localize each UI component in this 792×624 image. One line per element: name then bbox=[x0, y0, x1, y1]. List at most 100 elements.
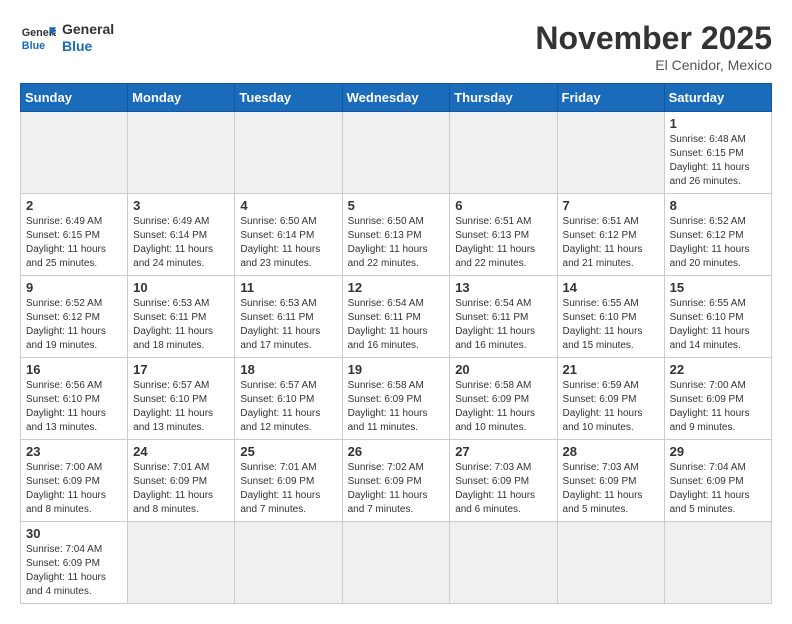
calendar-cell: 29 Sunrise: 7:04 AM Sunset: 6:09 PM Dayli… bbox=[664, 440, 771, 522]
weekday-header-saturday: Saturday bbox=[664, 84, 771, 112]
day-info: Sunrise: 6:49 AM Sunset: 6:14 PM Dayligh… bbox=[133, 215, 229, 271]
day-number: 12 bbox=[348, 280, 445, 295]
day-number: 5 bbox=[348, 198, 445, 213]
day-info: Sunrise: 7:02 AM Sunset: 6:09 PM Dayligh… bbox=[348, 461, 445, 517]
weekday-header-monday: Monday bbox=[128, 84, 235, 112]
calendar-week-row: 2 Sunrise: 6:49 AM Sunset: 6:15 PM Daylig… bbox=[21, 194, 772, 276]
calendar-cell: 19 Sunrise: 6:58 AM Sunset: 6:09 PM Dayli… bbox=[342, 358, 450, 440]
day-info: Sunrise: 6:55 AM Sunset: 6:10 PM Dayligh… bbox=[670, 297, 766, 353]
day-number: 4 bbox=[240, 198, 336, 213]
day-info: Sunrise: 7:00 AM Sunset: 6:09 PM Dayligh… bbox=[670, 379, 766, 435]
day-number: 25 bbox=[240, 444, 336, 459]
day-number: 9 bbox=[26, 280, 122, 295]
day-info: Sunrise: 6:56 AM Sunset: 6:10 PM Dayligh… bbox=[26, 379, 122, 435]
day-number: 1 bbox=[670, 116, 766, 131]
day-number: 19 bbox=[348, 362, 445, 377]
day-info: Sunrise: 6:53 AM Sunset: 6:11 PM Dayligh… bbox=[240, 297, 336, 353]
day-info: Sunrise: 6:52 AM Sunset: 6:12 PM Dayligh… bbox=[26, 297, 122, 353]
svg-text:Blue: Blue bbox=[22, 40, 45, 52]
day-number: 14 bbox=[563, 280, 659, 295]
calendar-cell: 1 Sunrise: 6:48 AM Sunset: 6:15 PM Daylig… bbox=[664, 112, 771, 194]
calendar-cell bbox=[21, 112, 128, 194]
calendar-cell bbox=[128, 522, 235, 604]
day-info: Sunrise: 6:50 AM Sunset: 6:13 PM Dayligh… bbox=[348, 215, 445, 271]
day-info: Sunrise: 7:01 AM Sunset: 6:09 PM Dayligh… bbox=[133, 461, 229, 517]
logo: General Blue General Blue bbox=[20, 20, 114, 56]
calendar-cell: 20 Sunrise: 6:58 AM Sunset: 6:09 PM Dayli… bbox=[450, 358, 557, 440]
title-block: November 2025 El Cenidor, Mexico bbox=[535, 20, 772, 73]
calendar-cell: 14 Sunrise: 6:55 AM Sunset: 6:10 PM Dayli… bbox=[557, 276, 664, 358]
day-number: 26 bbox=[348, 444, 445, 459]
day-info: Sunrise: 6:55 AM Sunset: 6:10 PM Dayligh… bbox=[563, 297, 659, 353]
day-info: Sunrise: 6:58 AM Sunset: 6:09 PM Dayligh… bbox=[348, 379, 445, 435]
day-number: 8 bbox=[670, 198, 766, 213]
calendar-table: SundayMondayTuesdayWednesdayThursdayFrid… bbox=[20, 83, 772, 604]
day-info: Sunrise: 6:49 AM Sunset: 6:15 PM Dayligh… bbox=[26, 215, 122, 271]
day-info: Sunrise: 7:04 AM Sunset: 6:09 PM Dayligh… bbox=[26, 543, 122, 599]
day-info: Sunrise: 7:00 AM Sunset: 6:09 PM Dayligh… bbox=[26, 461, 122, 517]
calendar-cell: 28Sunrise: 7:03 AM Sunset: 6:09 PM Dayli… bbox=[557, 440, 664, 522]
location-subtitle: El Cenidor, Mexico bbox=[535, 57, 772, 73]
day-info: Sunrise: 6:57 AM Sunset: 6:10 PM Dayligh… bbox=[133, 379, 229, 435]
calendar-cell: 13 Sunrise: 6:54 AM Sunset: 6:11 PM Dayli… bbox=[450, 276, 557, 358]
calendar-cell: 6Sunrise: 6:51 AM Sunset: 6:13 PM Daylig… bbox=[450, 194, 557, 276]
day-number: 13 bbox=[455, 280, 551, 295]
calendar-week-row: 16 Sunrise: 6:56 AM Sunset: 6:10 PM Dayli… bbox=[21, 358, 772, 440]
calendar-cell bbox=[235, 522, 342, 604]
day-number: 23 bbox=[26, 444, 122, 459]
day-number: 7 bbox=[563, 198, 659, 213]
day-number: 2 bbox=[26, 198, 122, 213]
calendar-cell bbox=[235, 112, 342, 194]
calendar-cell bbox=[664, 522, 771, 604]
day-number: 29 bbox=[670, 444, 766, 459]
calendar-week-row: 23 Sunrise: 7:00 AM Sunset: 6:09 PM Dayli… bbox=[21, 440, 772, 522]
calendar-cell: 4Sunrise: 6:50 AM Sunset: 6:14 PM Daylig… bbox=[235, 194, 342, 276]
day-info: Sunrise: 6:58 AM Sunset: 6:09 PM Dayligh… bbox=[455, 379, 551, 435]
day-number: 10 bbox=[133, 280, 229, 295]
calendar-cell: 8 Sunrise: 6:52 AM Sunset: 6:12 PM Daylig… bbox=[664, 194, 771, 276]
calendar-cell bbox=[342, 112, 450, 194]
logo-blue-text: Blue bbox=[62, 38, 114, 55]
calendar-cell: 30 Sunrise: 7:04 AM Sunset: 6:09 PM Dayli… bbox=[21, 522, 128, 604]
day-number: 20 bbox=[455, 362, 551, 377]
day-number: 18 bbox=[240, 362, 336, 377]
day-info: Sunrise: 7:03 AM Sunset: 6:09 PM Dayligh… bbox=[455, 461, 551, 517]
day-number: 21 bbox=[563, 362, 659, 377]
calendar-cell bbox=[557, 112, 664, 194]
calendar-week-row: 30 Sunrise: 7:04 AM Sunset: 6:09 PM Dayli… bbox=[21, 522, 772, 604]
day-info: Sunrise: 7:01 AM Sunset: 6:09 PM Dayligh… bbox=[240, 461, 336, 517]
day-info: Sunrise: 6:57 AM Sunset: 6:10 PM Dayligh… bbox=[240, 379, 336, 435]
calendar-cell bbox=[342, 522, 450, 604]
calendar-cell: 5 Sunrise: 6:50 AM Sunset: 6:13 PM Daylig… bbox=[342, 194, 450, 276]
calendar-cell bbox=[450, 522, 557, 604]
day-number: 28 bbox=[563, 444, 659, 459]
day-info: Sunrise: 6:54 AM Sunset: 6:11 PM Dayligh… bbox=[455, 297, 551, 353]
calendar-week-row: 1 Sunrise: 6:48 AM Sunset: 6:15 PM Daylig… bbox=[21, 112, 772, 194]
calendar-cell: 16 Sunrise: 6:56 AM Sunset: 6:10 PM Dayli… bbox=[21, 358, 128, 440]
day-info: Sunrise: 6:48 AM Sunset: 6:15 PM Dayligh… bbox=[670, 133, 766, 189]
calendar-cell: 10 Sunrise: 6:53 AM Sunset: 6:11 PM Dayli… bbox=[128, 276, 235, 358]
calendar-cell: 26 Sunrise: 7:02 AM Sunset: 6:09 PM Dayli… bbox=[342, 440, 450, 522]
weekday-header-sunday: Sunday bbox=[21, 84, 128, 112]
calendar-cell: 3 Sunrise: 6:49 AM Sunset: 6:14 PM Daylig… bbox=[128, 194, 235, 276]
logo-general-text: General bbox=[62, 21, 114, 38]
day-info: Sunrise: 7:04 AM Sunset: 6:09 PM Dayligh… bbox=[670, 461, 766, 517]
day-info: Sunrise: 6:53 AM Sunset: 6:11 PM Dayligh… bbox=[133, 297, 229, 353]
day-number: 30 bbox=[26, 526, 122, 541]
calendar-cell: 2 Sunrise: 6:49 AM Sunset: 6:15 PM Daylig… bbox=[21, 194, 128, 276]
calendar-cell bbox=[128, 112, 235, 194]
calendar-cell: 18 Sunrise: 6:57 AM Sunset: 6:10 PM Dayli… bbox=[235, 358, 342, 440]
calendar-cell: 22Sunrise: 7:00 AM Sunset: 6:09 PM Dayli… bbox=[664, 358, 771, 440]
day-number: 27 bbox=[455, 444, 551, 459]
day-number: 3 bbox=[133, 198, 229, 213]
month-title: November 2025 bbox=[535, 20, 772, 57]
calendar-cell: 21Sunrise: 6:59 AM Sunset: 6:09 PM Dayli… bbox=[557, 358, 664, 440]
weekday-header-friday: Friday bbox=[557, 84, 664, 112]
day-number: 16 bbox=[26, 362, 122, 377]
calendar-cell: 15Sunrise: 6:55 AM Sunset: 6:10 PM Dayli… bbox=[664, 276, 771, 358]
weekday-header-tuesday: Tuesday bbox=[235, 84, 342, 112]
day-info: Sunrise: 6:52 AM Sunset: 6:12 PM Dayligh… bbox=[670, 215, 766, 271]
day-number: 6 bbox=[455, 198, 551, 213]
calendar-cell: 24Sunrise: 7:01 AM Sunset: 6:09 PM Dayli… bbox=[128, 440, 235, 522]
logo-icon: General Blue bbox=[20, 20, 56, 56]
